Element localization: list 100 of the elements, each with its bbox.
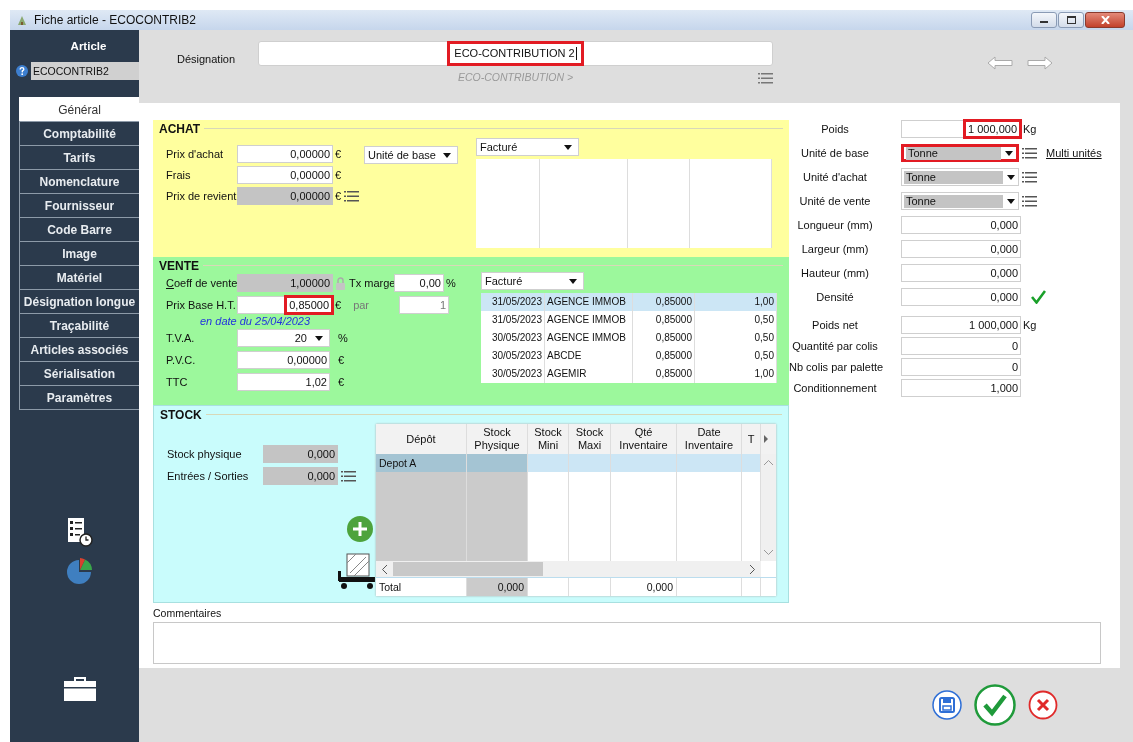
table-cell: 31/05/2023 [481,293,545,311]
sidebar-tab[interactable]: Comptabilité [19,121,139,146]
close-button[interactable] [1085,12,1125,28]
measure-field[interactable]: 0,000 [901,264,1021,282]
table-cell [569,454,611,472]
window-title: Fiche article - ECOCONTRIB2 [34,13,197,27]
scroll-right-icon[interactable] [750,564,755,574]
vat-dropdown[interactable]: 20 [237,329,330,347]
save-button[interactable] [932,690,962,720]
measure-field[interactable]: 0 [901,337,1021,355]
sidebar-tab[interactable]: Paramètres [19,385,139,410]
base-price-field[interactable]: 0,85000 [237,296,333,314]
measure-field[interactable]: 0,000 [901,216,1021,234]
article-code-field[interactable]: ECOCONTRIB2 [31,62,139,80]
measure-field[interactable]: 0,000 [901,240,1021,258]
table-cell: 30/05/2023 [481,347,545,365]
confirm-button[interactable] [974,684,1016,726]
field-label: Entrées / Sorties [167,470,250,482]
measure-field[interactable]: 0,000 [901,288,1021,306]
price-field[interactable]: 1,02 [237,373,330,391]
field-label: Longueur (mm) [796,219,874,231]
field-label: Largeur (mm) [800,243,870,255]
section-title: STOCK [160,407,202,422]
stock-field[interactable]: 0,000 [263,467,338,485]
history-row[interactable]: 30/05/2023 ABCDE 0,85000 0,50 [481,347,777,365]
list-icon[interactable] [1022,147,1037,159]
unit-dropdown[interactable]: Unité de base [364,146,458,164]
table-cell: AGENCE IMMOB [545,311,633,329]
field-label: Poids [820,123,850,135]
list-icon[interactable] [758,73,773,84]
currency-label: € [335,299,342,311]
table-cell: ABCDE [545,347,633,365]
briefcase-icon[interactable] [63,677,96,701]
field-label: Nb colis par palette [789,361,881,373]
field-label: P.V.C. [166,354,197,366]
multi-units-link[interactable]: Multi unités [1046,147,1102,159]
table-cell: 0,85000 [633,329,695,347]
pallet-trolley-icon[interactable] [338,553,376,591]
list-icon[interactable] [1022,195,1037,207]
scrollbar-thumb[interactable] [393,562,543,576]
field-label: Frais [166,169,192,181]
close-icon [1100,16,1110,24]
price-field[interactable]: 0,00000 [237,166,333,184]
table-cell: 0,000 [611,578,677,596]
price-date-note: en date du 25/04/2023 [200,315,312,327]
designation-path: ECO-CONTRIBUTION > [457,71,574,83]
table-cell: 30/05/2023 [481,365,545,383]
measure-field[interactable]: 1 000,000 [901,120,1021,138]
checklist-clock-icon[interactable] [66,517,93,547]
list-icon[interactable] [1022,171,1037,183]
list-icon[interactable] [341,470,356,482]
margin-field[interactable]: 0,00 [394,274,444,292]
table-cell: AGENCE IMMOB [545,329,633,347]
minimize-button[interactable] [1031,12,1057,28]
history-row[interactable]: 31/05/2023 AGENCE IMMOB 0,85000 1,00 [481,293,777,311]
sidebar-tab[interactable]: Général [19,97,139,122]
add-icon[interactable] [347,516,373,542]
unit-label: Kg [1023,123,1037,135]
scroll-right-icon[interactable] [763,435,769,443]
currency-label: € [338,376,345,388]
horizontal-scrollbar[interactable] [376,561,761,577]
table-cell: 31/05/2023 [481,311,545,329]
table-cell [528,454,569,472]
measure-field[interactable]: 0 [901,358,1021,376]
mode-dropdown[interactable]: Facturé [481,272,584,290]
table-cell: 0,50 [695,311,777,329]
stock-field[interactable]: 0,000 [263,445,338,463]
measure-field[interactable]: 1 000,000 [901,316,1021,334]
table-row[interactable]: Depot A [376,454,761,472]
cancel-button[interactable] [1028,690,1058,720]
designation-field[interactable]: ECO-CONTRIBUTION 2 [258,41,773,66]
table-cell: 30/05/2023 [481,329,545,347]
price-field[interactable]: 0,00000 [237,351,330,369]
caret-icon [1007,198,1015,204]
field-label: Hauteur (mm) [800,267,870,279]
pie-chart-icon[interactable] [64,557,95,585]
table-cell: 1,00 [695,293,777,311]
help-icon[interactable] [16,65,28,77]
comments-field[interactable] [153,622,1101,664]
field-label: Quantité par colis [791,340,879,352]
maximize-button[interactable] [1058,12,1084,28]
caret-icon [569,278,577,284]
mode-dropdown[interactable]: Facturé [476,138,579,156]
history-row[interactable]: 30/05/2023 AGENCE IMMOB 0,85000 0,50 [481,329,777,347]
unit-dropdown[interactable]: Tonne [901,192,1019,210]
measure-field[interactable]: 1,000 [901,379,1021,397]
section-title: ACHAT [159,121,201,136]
field-label: Densité [815,291,855,303]
field-label: Conditionnement [792,382,878,394]
currency-label: € [335,148,342,160]
history-row[interactable]: 31/05/2023 AGENCE IMMOB 0,85000 0,50 [481,311,777,329]
table-cell: 0,85000 [633,347,695,365]
field-label: Unité de vente [798,195,872,207]
table-cell: 0,000 [467,578,528,596]
history-row[interactable]: 30/05/2023 AGEMIR 0,85000 1,00 [481,365,777,383]
caret-icon [1007,174,1015,180]
unit-dropdown[interactable]: Tonne [901,144,1019,162]
unit-dropdown[interactable]: Tonne [901,168,1019,186]
scroll-left-icon[interactable] [382,564,387,574]
price-field[interactable]: 0,00000 [237,145,333,163]
